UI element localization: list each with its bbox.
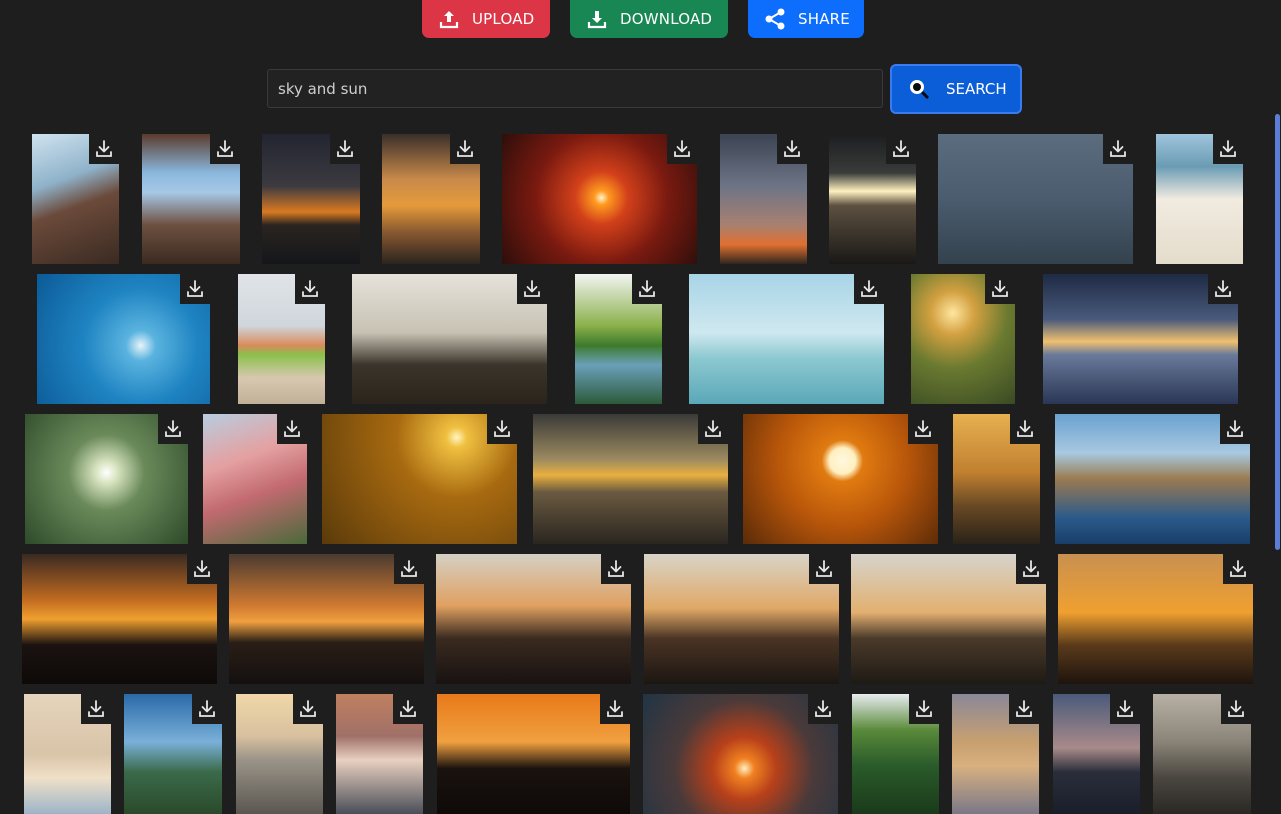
photo-dusk-coastline[interactable] xyxy=(1053,694,1140,814)
photo-pink-blossoms[interactable] xyxy=(203,414,307,544)
download-icon xyxy=(580,9,614,29)
photo-beach-sunset-shore[interactable] xyxy=(236,694,323,814)
download-icon[interactable] xyxy=(210,134,240,164)
photo-red-sunset-sea[interactable] xyxy=(502,134,697,264)
download-icon[interactable] xyxy=(1220,414,1250,444)
download-icon[interactable] xyxy=(1213,134,1243,164)
upload-icon xyxy=(432,9,466,29)
photo-frame-couple-sunset[interactable] xyxy=(1058,554,1253,684)
photo-buildings-looking-up[interactable] xyxy=(142,134,240,264)
download-label: DOWNLOAD xyxy=(620,10,713,28)
download-icon[interactable] xyxy=(1221,694,1251,724)
photo-calm-sea-sky[interactable] xyxy=(689,274,884,404)
download-icon[interactable] xyxy=(632,274,662,304)
search-icon xyxy=(908,78,930,100)
photo-sunset-clouds-horizon[interactable] xyxy=(720,134,807,264)
photo-golden-foggy-sun[interactable] xyxy=(322,414,517,544)
download-icon[interactable] xyxy=(180,274,210,304)
download-icon[interactable] xyxy=(1009,694,1039,724)
download-icon[interactable] xyxy=(777,134,807,164)
photo-pier-sunset[interactable] xyxy=(953,414,1040,544)
download-icon[interactable] xyxy=(394,554,424,584)
download-icon[interactable] xyxy=(89,134,119,164)
download-icon[interactable] xyxy=(330,134,360,164)
photo-mountain-silhouette-sunset[interactable] xyxy=(22,554,217,684)
photo-misty-lake-sunrise[interactable] xyxy=(533,414,728,544)
search-button-label: SEARCH xyxy=(946,80,1007,98)
photo-palm-leaves[interactable] xyxy=(911,274,1015,404)
photo-lifeguard-tower[interactable] xyxy=(238,274,325,404)
search-button[interactable]: SEARCH xyxy=(890,64,1022,114)
download-icon[interactable] xyxy=(601,554,631,584)
photo-sun-on-water[interactable] xyxy=(336,694,423,814)
photo-orange-sun-haze[interactable] xyxy=(743,414,938,544)
download-icon[interactable] xyxy=(517,274,547,304)
download-icon[interactable] xyxy=(1010,414,1040,444)
download-icon[interactable] xyxy=(1208,274,1238,304)
download-icon[interactable] xyxy=(698,414,728,444)
photo-boat-on-lake[interactable] xyxy=(575,274,662,404)
photo-cactus-silhouette[interactable] xyxy=(938,134,1133,264)
download-icon[interactable] xyxy=(808,694,838,724)
photo-couple-walking-beach[interactable] xyxy=(644,554,839,684)
photo-sea-sunset-bird[interactable] xyxy=(643,694,838,814)
download-icon[interactable] xyxy=(277,414,307,444)
download-icon[interactable] xyxy=(295,274,325,304)
photo-beach-headland-sunset[interactable] xyxy=(229,554,424,684)
photo-sunset-reflection[interactable] xyxy=(1043,274,1238,404)
download-icon[interactable] xyxy=(158,414,188,444)
download-icon[interactable] xyxy=(908,414,938,444)
photo-palm-coast[interactable] xyxy=(124,694,222,814)
photo-excavator-silhouette[interactable] xyxy=(352,274,547,404)
photo-couple-kissing-sunset[interactable] xyxy=(436,554,631,684)
photo-skyscraper-glass[interactable] xyxy=(32,134,119,264)
download-icon[interactable] xyxy=(1016,554,1046,584)
download-icon[interactable] xyxy=(985,274,1015,304)
share-button[interactable]: SHARE xyxy=(748,0,864,38)
photo-catamaran-aerial[interactable] xyxy=(37,274,210,404)
search-input[interactable] xyxy=(267,69,883,108)
photo-city-waterfront[interactable] xyxy=(1153,694,1251,814)
download-icon[interactable] xyxy=(393,694,423,724)
upload-label: UPLOAD xyxy=(472,10,535,28)
photo-golden-clouds[interactable] xyxy=(952,694,1039,814)
download-button[interactable]: DOWNLOAD xyxy=(570,0,728,38)
app-root: UPLOAD DOWNLOAD SHARE SEARCH xyxy=(0,0,1281,814)
download-icon[interactable] xyxy=(809,554,839,584)
photo-city-skyline-orange[interactable] xyxy=(437,694,630,814)
photo-coastal-cliff[interactable] xyxy=(1055,414,1250,544)
download-icon[interactable] xyxy=(487,414,517,444)
scrollbar[interactable] xyxy=(1275,114,1280,550)
download-icon[interactable] xyxy=(81,694,111,724)
download-icon[interactable] xyxy=(600,694,630,724)
photo-frame-couple-beach[interactable] xyxy=(851,554,1046,684)
share-icon xyxy=(758,7,792,31)
photo-woman-on-beach[interactable] xyxy=(1156,134,1243,264)
photo-chestnut-blossom[interactable] xyxy=(852,694,939,814)
download-icon[interactable] xyxy=(1110,694,1140,724)
download-icon[interactable] xyxy=(1103,134,1133,164)
download-icon[interactable] xyxy=(187,554,217,584)
download-icon[interactable] xyxy=(192,694,222,724)
photo-tree-canopy-sun[interactable] xyxy=(25,414,188,544)
download-icon[interactable] xyxy=(450,134,480,164)
photo-dark-sunset-sea[interactable] xyxy=(262,134,360,264)
download-icon[interactable] xyxy=(909,694,939,724)
download-icon[interactable] xyxy=(1223,554,1253,584)
download-icon[interactable] xyxy=(667,134,697,164)
photo-moonlit-sea[interactable] xyxy=(829,134,916,264)
share-label: SHARE xyxy=(798,10,850,28)
photo-boat-orange-sunset[interactable] xyxy=(382,134,480,264)
download-icon[interactable] xyxy=(854,274,884,304)
download-icon[interactable] xyxy=(886,134,916,164)
download-icon[interactable] xyxy=(293,694,323,724)
photo-hands-reaching-sun[interactable] xyxy=(24,694,111,814)
upload-button[interactable]: UPLOAD xyxy=(422,0,550,38)
